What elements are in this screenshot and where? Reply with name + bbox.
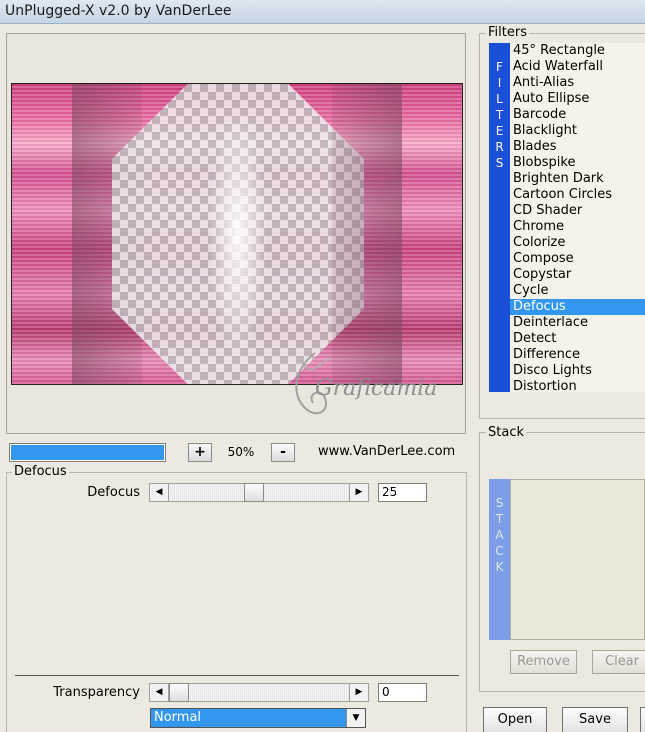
window-title: UnPlugged-X v2.0 by VanDerLee	[5, 3, 232, 19]
filters-title: Filters	[486, 25, 529, 40]
filter-list-item[interactable]: Barcode	[510, 107, 645, 123]
progress-bar-fill	[11, 445, 164, 460]
save-button[interactable]: Save	[562, 707, 628, 732]
progress-bar	[9, 443, 166, 462]
dropdown-arrow-icon[interactable]: ▼	[346, 709, 365, 727]
filter-list-item[interactable]: Compose	[510, 251, 645, 267]
stack-title: Stack	[486, 425, 526, 440]
filters-sidebar-label: FILTERS	[489, 43, 510, 392]
sidebar-letter: C	[495, 544, 504, 558]
filter-list-item[interactable]: Difference	[510, 347, 645, 363]
transparency-increase-button[interactable]: ▶	[349, 683, 369, 702]
filter-list-item[interactable]: Anti-Alias	[510, 75, 645, 91]
sidebar-letter: A	[495, 528, 504, 542]
filters-list[interactable]: 45° Rectangle Acid Waterfall Anti-Alias Aut…	[510, 43, 645, 392]
filter-list-item[interactable]: Disco Lights	[510, 363, 645, 379]
sidebar-letter: S	[495, 496, 504, 510]
blend-mode-value: Normal	[154, 710, 202, 725]
transparency-decrease-button[interactable]: ◀	[149, 683, 169, 702]
filter-settings-title: Defocus	[12, 464, 69, 479]
zoom-level: 50%	[227, 445, 255, 459]
preview-image[interactable]	[11, 83, 463, 385]
sidebar-letter: S	[495, 156, 504, 170]
filter-list-item[interactable]: Blades	[510, 139, 645, 155]
stack-list[interactable]	[510, 479, 645, 640]
transparency-slider-track[interactable]	[169, 683, 349, 702]
filter-list-item[interactable]: Copystar	[510, 267, 645, 283]
zoom-out-button[interactable]: -	[271, 443, 295, 462]
filter-list-item[interactable]: Blacklight	[510, 123, 645, 139]
stack-sidebar-label: STACK	[489, 479, 510, 640]
watermark-logo: Graficamia	[285, 348, 445, 428]
defocus-decrease-button[interactable]: ◀	[149, 483, 169, 502]
defocus-increase-button[interactable]: ▶	[349, 483, 369, 502]
filter-list-item[interactable]: Deinterlace	[510, 315, 645, 331]
remove-button[interactable]: Remove	[510, 650, 577, 674]
defocus-slider-track[interactable]	[169, 483, 349, 502]
defocus-label: Defocus	[87, 485, 140, 500]
website-link[interactable]: www.VanDerLee.com	[318, 444, 455, 459]
defocus-slider-thumb[interactable]	[244, 483, 264, 502]
filter-list-item[interactable]: Colorize	[510, 235, 645, 251]
filter-list-item[interactable]: Acid Waterfall	[510, 59, 645, 75]
filter-list-item[interactable]: Detect	[510, 331, 645, 347]
transparency-label: Transparency	[53, 685, 140, 700]
preview-highlight	[208, 104, 268, 364]
transparency-slider-thumb[interactable]	[169, 683, 189, 702]
sidebar-letter: T	[495, 512, 504, 526]
filter-list-item[interactable]: Blobspike	[510, 155, 645, 171]
sidebar-letter: L	[496, 92, 503, 106]
divider	[15, 675, 459, 676]
watermark-text: Graficamia	[315, 376, 438, 401]
filter-list-item[interactable]: 45° Rectangle	[510, 43, 645, 59]
filter-list-item[interactable]: Auto Ellipse	[510, 91, 645, 107]
transparency-value-field[interactable]: 0	[378, 683, 427, 702]
filter-list-item[interactable]: Distortion	[510, 379, 645, 392]
clear-button[interactable]: Clear	[592, 650, 645, 674]
filter-list-item[interactable]: Brighten Dark	[510, 171, 645, 187]
sidebar-letter: T	[495, 108, 504, 122]
sidebar-letter: K	[495, 560, 504, 574]
sidebar-letter: E	[495, 124, 504, 138]
preview-shade-right	[332, 84, 402, 384]
filter-list-item[interactable]: Chrome	[510, 219, 645, 235]
defocus-value-field[interactable]: 25	[378, 483, 427, 502]
filter-list-item[interactable]: CD Shader	[510, 203, 645, 219]
sidebar-letter: R	[495, 140, 504, 154]
filter-list-item[interactable]: Cartoon Circles	[510, 187, 645, 203]
sidebar-letter: I	[497, 76, 502, 90]
filter-list-item[interactable]: Defocus	[510, 299, 645, 315]
title-bar: UnPlugged-X v2.0 by VanDerLee	[0, 0, 645, 24]
sidebar-letter: F	[496, 60, 503, 74]
filter-list-item[interactable]: Cycle	[510, 283, 645, 299]
partial-button[interactable]	[640, 707, 645, 732]
open-button[interactable]: Open	[483, 707, 547, 732]
blend-mode-select[interactable]: Normal ▼	[150, 708, 366, 728]
zoom-in-button[interactable]: +	[188, 443, 212, 462]
